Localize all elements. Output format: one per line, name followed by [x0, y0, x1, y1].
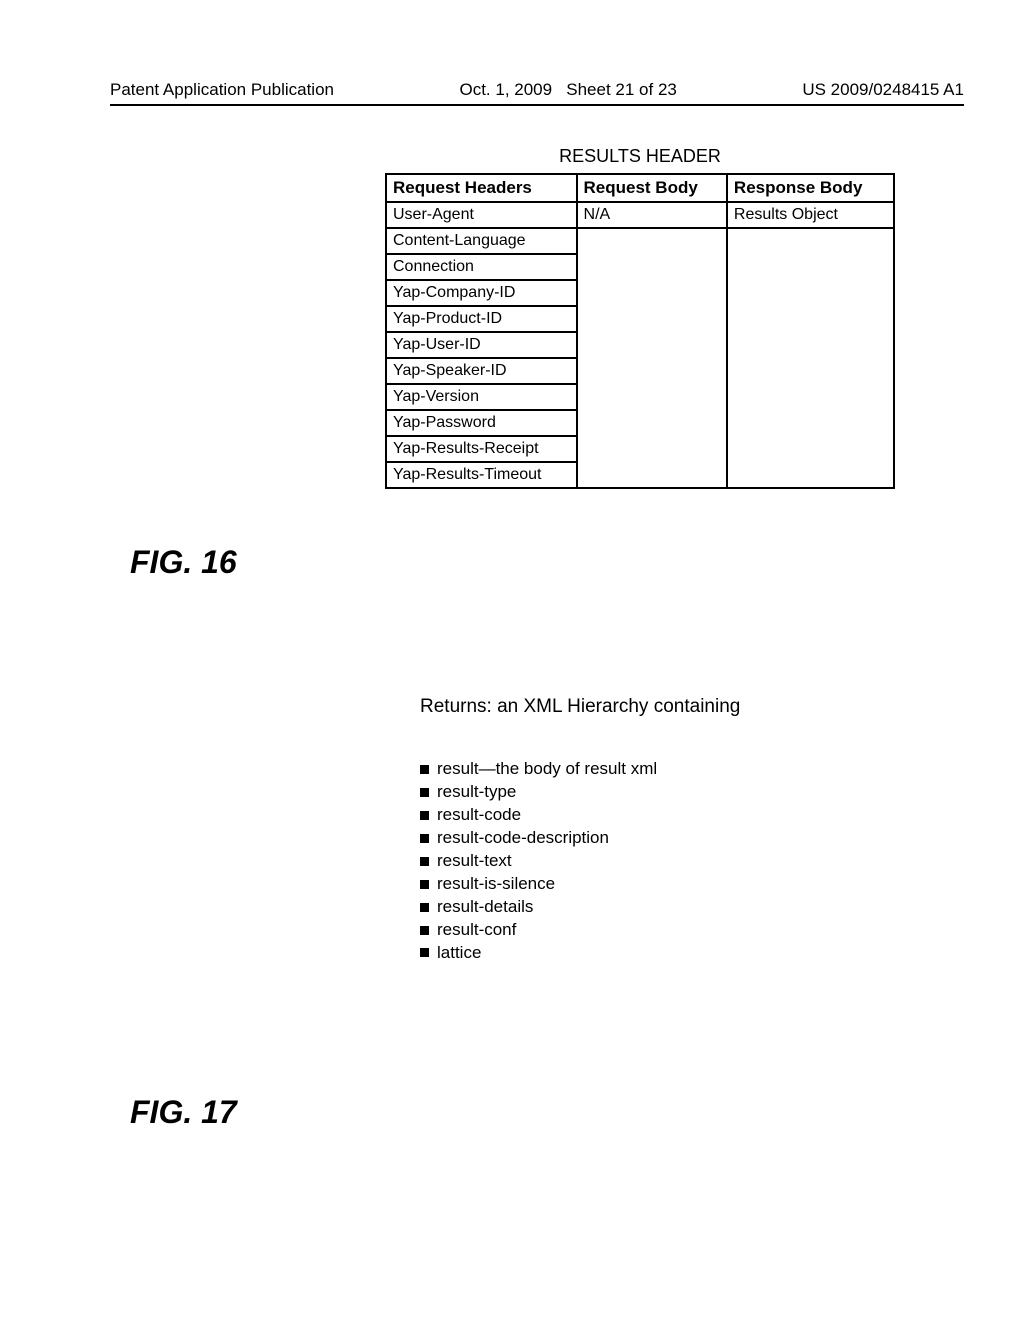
- response-body-cell: [727, 358, 894, 384]
- response-body-cell: [727, 306, 894, 332]
- list-item: result-is-silence: [420, 873, 920, 896]
- response-body-cell: [727, 462, 894, 488]
- col-request-body: Request Body: [577, 174, 727, 202]
- square-bullet-icon: [420, 811, 429, 820]
- list-item-text: lattice: [437, 942, 481, 965]
- response-body-cell: [727, 332, 894, 358]
- response-body-cell: [727, 280, 894, 306]
- list-item: result-text: [420, 850, 920, 873]
- request-header-cell: Yap-Company-ID: [386, 280, 577, 306]
- request-body-cell: [577, 436, 727, 462]
- square-bullet-icon: [420, 903, 429, 912]
- list-item-text: result-conf: [437, 919, 516, 942]
- request-header-cell: Connection: [386, 254, 577, 280]
- list-item: result-type: [420, 781, 920, 804]
- figure-17-block: Returns: an XML Hierarchy containing res…: [420, 696, 920, 964]
- square-bullet-icon: [420, 857, 429, 866]
- square-bullet-icon: [420, 880, 429, 889]
- request-header-cell: Yap-Password: [386, 410, 577, 436]
- page: Patent Application Publication Oct. 1, 2…: [0, 0, 1024, 1171]
- result-list: result—the body of result xmlresult-type…: [420, 758, 920, 964]
- header-publication: Patent Application Publication: [110, 80, 334, 100]
- response-body-cell: [727, 436, 894, 462]
- table-row: Yap-Results-Receipt: [386, 436, 894, 462]
- table-row: Content-Language: [386, 228, 894, 254]
- response-body-cell: Results Object: [727, 202, 894, 228]
- table-row: Yap-Company-ID: [386, 280, 894, 306]
- figure-16-block: RESULTS HEADER Request Headers Request B…: [385, 146, 895, 489]
- request-body-cell: [577, 254, 727, 280]
- header-pubno: US 2009/0248415 A1: [802, 80, 964, 100]
- list-item-text: result-code: [437, 804, 521, 827]
- table-row: Yap-Password: [386, 410, 894, 436]
- request-header-cell: Yap-Version: [386, 384, 577, 410]
- list-item-text: result-text: [437, 850, 512, 873]
- list-item-text: result-code-description: [437, 827, 609, 850]
- request-header-cell: User-Agent: [386, 202, 577, 228]
- list-item: result-code-description: [420, 827, 920, 850]
- table-row: Yap-User-ID: [386, 332, 894, 358]
- square-bullet-icon: [420, 788, 429, 797]
- square-bullet-icon: [420, 834, 429, 843]
- request-body-cell: [577, 462, 727, 488]
- request-body-cell: [577, 410, 727, 436]
- header-date-sheet: Oct. 1, 2009 Sheet 21 of 23: [459, 80, 676, 100]
- table-row: Yap-Version: [386, 384, 894, 410]
- table-row: User-AgentN/AResults Object: [386, 202, 894, 228]
- fig17-title: Returns: an XML Hierarchy containing: [420, 696, 920, 718]
- request-header-cell: Yap-Speaker-ID: [386, 358, 577, 384]
- figure-17-label: FIG. 17: [130, 1094, 964, 1131]
- list-item: result-code: [420, 804, 920, 827]
- request-header-cell: Content-Language: [386, 228, 577, 254]
- request-header-cell: Yap-Results-Receipt: [386, 436, 577, 462]
- list-item-text: result-type: [437, 781, 516, 804]
- list-item: result-details: [420, 896, 920, 919]
- list-item: result-conf: [420, 919, 920, 942]
- table-row: Connection: [386, 254, 894, 280]
- request-body-cell: [577, 358, 727, 384]
- list-item-text: result-details: [437, 896, 533, 919]
- square-bullet-icon: [420, 948, 429, 957]
- request-header-cell: Yap-Results-Timeout: [386, 462, 577, 488]
- request-body-cell: [577, 228, 727, 254]
- list-item: result—the body of result xml: [420, 758, 920, 781]
- table-row: Yap-Product-ID: [386, 306, 894, 332]
- request-body-cell: [577, 332, 727, 358]
- list-item: lattice: [420, 942, 920, 965]
- results-table: Request Headers Request Body Response Bo…: [385, 173, 895, 489]
- figure-16-label: FIG. 16: [130, 544, 964, 581]
- list-item-text: result-is-silence: [437, 873, 555, 896]
- request-body-cell: [577, 306, 727, 332]
- request-header-cell: Yap-User-ID: [386, 332, 577, 358]
- col-response-body: Response Body: [727, 174, 894, 202]
- request-body-cell: N/A: [577, 202, 727, 228]
- square-bullet-icon: [420, 926, 429, 935]
- table-row: Yap-Results-Timeout: [386, 462, 894, 488]
- request-body-cell: [577, 384, 727, 410]
- header-sheet: Sheet 21 of 23: [566, 80, 677, 99]
- response-body-cell: [727, 384, 894, 410]
- list-item-text: result—the body of result xml: [437, 758, 657, 781]
- header-date: Oct. 1, 2009: [459, 80, 552, 99]
- response-body-cell: [727, 228, 894, 254]
- request-header-cell: Yap-Product-ID: [386, 306, 577, 332]
- response-body-cell: [727, 410, 894, 436]
- page-header: Patent Application Publication Oct. 1, 2…: [110, 80, 964, 106]
- results-header-title: RESULTS HEADER: [385, 146, 895, 167]
- response-body-cell: [727, 254, 894, 280]
- request-body-cell: [577, 280, 727, 306]
- square-bullet-icon: [420, 765, 429, 774]
- col-request-headers: Request Headers: [386, 174, 577, 202]
- table-row: Yap-Speaker-ID: [386, 358, 894, 384]
